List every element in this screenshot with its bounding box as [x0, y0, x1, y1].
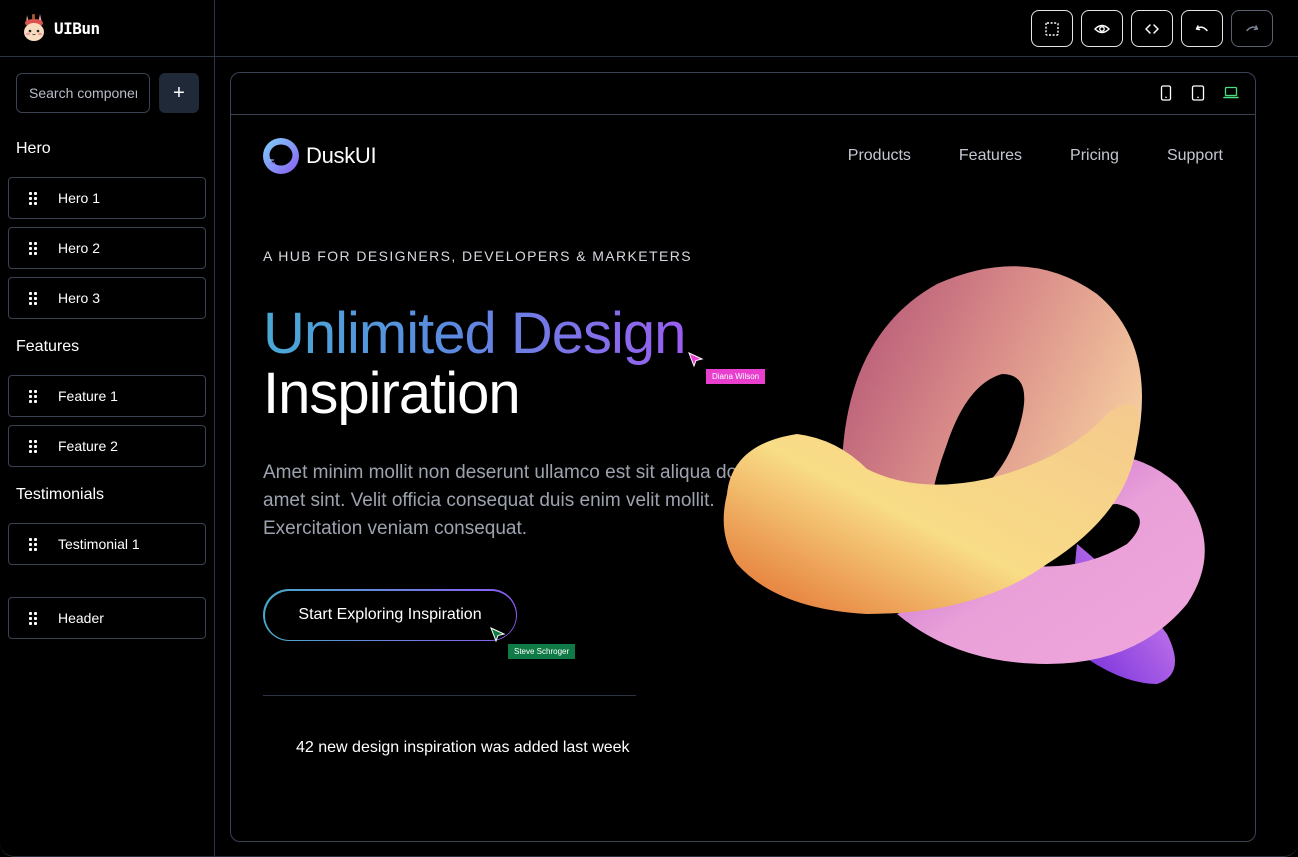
- section-title-hero: Hero: [16, 140, 51, 157]
- select-tool-button[interactable]: [1031, 10, 1073, 47]
- section-title-testimonials: Testimonials: [16, 486, 105, 503]
- dusk-logo-icon: [263, 138, 299, 174]
- component-label: Feature 2: [58, 438, 118, 454]
- tablet-icon[interactable]: [1191, 85, 1205, 101]
- redo-icon: [1246, 24, 1259, 31]
- divider: [263, 695, 636, 696]
- bunny-mascot-icon: [18, 12, 50, 44]
- headline-plain-text: Inspiration: [263, 361, 521, 426]
- component-label: Feature 1: [58, 388, 118, 404]
- search-components-input[interactable]: [16, 73, 150, 113]
- drag-handle-icon[interactable]: [29, 241, 37, 255]
- undo-icon: [1195, 24, 1208, 31]
- phone-icon[interactable]: [1159, 85, 1173, 101]
- preview-frame-bar: [231, 73, 1255, 115]
- nav-link-products[interactable]: Products: [848, 147, 911, 165]
- hero-eyebrow: A HUB FOR DESIGNERS, DEVELOPERS & MARKET…: [263, 248, 692, 264]
- component-item-hero-1[interactable]: Hero 1: [8, 177, 206, 219]
- hero-preview: DuskUI Products Features Pricing Support…: [231, 116, 1255, 841]
- component-label: Hero 3: [58, 290, 101, 306]
- eye-icon: [1094, 24, 1110, 33]
- preview-button[interactable]: [1081, 10, 1123, 47]
- collaborator-cursor-icon: [490, 627, 506, 643]
- component-item-feature-2[interactable]: Feature 2: [8, 425, 206, 467]
- device-toggles: [1159, 85, 1239, 101]
- hero-headline: Unlimited Design Inspiration: [263, 301, 686, 426]
- top-bar: UIBun: [0, 0, 1298, 57]
- component-sidebar: + Hero Hero 1 Hero 2 Hero 3 Features Fea…: [0, 57, 214, 856]
- component-item-hero-2[interactable]: Hero 2: [8, 227, 206, 269]
- dashed-square-icon: [1045, 21, 1059, 36]
- nav-link-support[interactable]: Support: [1167, 147, 1223, 165]
- drag-handle-icon[interactable]: [29, 191, 37, 205]
- stat-text: 42 new design inspiration was added last…: [296, 739, 630, 756]
- collaborator-label-diana: Diana Wilson: [706, 369, 766, 384]
- drag-handle-icon[interactable]: [29, 389, 37, 403]
- component-item-feature-1[interactable]: Feature 1: [8, 375, 206, 417]
- component-item-testimonial-1[interactable]: Testimonial 1: [8, 523, 206, 565]
- add-component-button[interactable]: +: [159, 73, 199, 113]
- cta-label: Start Exploring Inspiration: [264, 590, 516, 640]
- laptop-icon[interactable]: [1223, 85, 1239, 101]
- component-label: Hero 2: [58, 240, 101, 256]
- drag-handle-icon[interactable]: [29, 611, 37, 625]
- drag-handle-icon[interactable]: [29, 439, 37, 453]
- code-brackets-icon: [1145, 23, 1159, 34]
- site-nav: Products Features Pricing Support: [848, 147, 1223, 165]
- app-name: UIBun: [54, 18, 100, 38]
- undo-button[interactable]: [1181, 10, 1223, 47]
- 3d-knot-illustration: [723, 266, 1205, 684]
- app-window: UIBun + Hero: [0, 0, 1298, 857]
- start-exploring-button[interactable]: Start Exploring Inspiration: [263, 589, 517, 641]
- nav-link-pricing[interactable]: Pricing: [1070, 147, 1119, 165]
- headline-gradient-text: Unlimited Design: [263, 301, 686, 366]
- site-logo[interactable]: DuskUI: [263, 138, 377, 174]
- sidebar-divider: [214, 0, 215, 856]
- nav-link-features[interactable]: Features: [959, 147, 1022, 165]
- site-logo-name: DuskUI: [306, 143, 377, 168]
- brand: UIBun: [18, 12, 100, 44]
- drag-handle-icon[interactable]: [29, 291, 37, 305]
- drag-handle-icon[interactable]: [29, 537, 37, 551]
- component-label: Header: [58, 610, 104, 626]
- collaborator-label-steve: Steve Schroger: [508, 644, 576, 659]
- toolbar: [1031, 10, 1273, 47]
- component-label: Hero 1: [58, 190, 101, 206]
- preview-frame: DuskUI Products Features Pricing Support…: [230, 72, 1256, 842]
- component-label: Testimonial 1: [58, 536, 140, 552]
- component-item-header[interactable]: Header: [8, 597, 206, 639]
- collaborator-cursor-icon: [688, 352, 704, 368]
- search-row: +: [16, 73, 199, 113]
- component-item-hero-3[interactable]: Hero 3: [8, 277, 206, 319]
- redo-button[interactable]: [1231, 10, 1273, 47]
- code-button[interactable]: [1131, 10, 1173, 47]
- section-title-features: Features: [16, 338, 80, 355]
